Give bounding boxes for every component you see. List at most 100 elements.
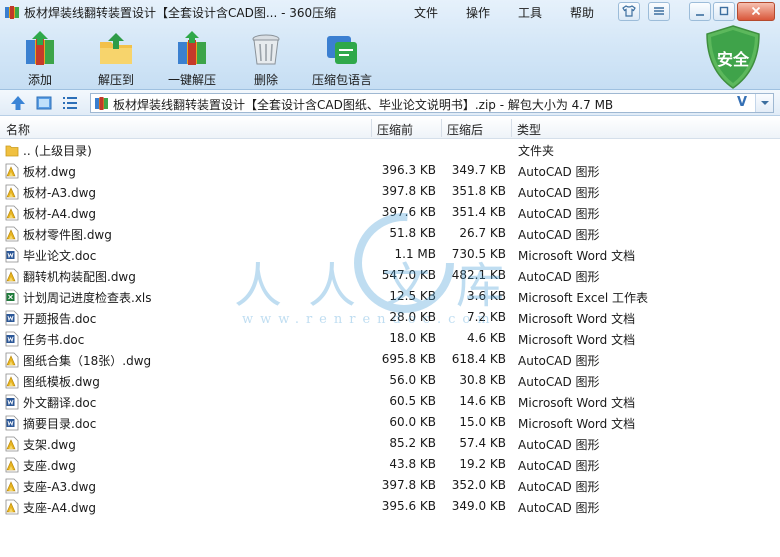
up-arrow-icon[interactable] xyxy=(10,95,26,111)
file-type: AutoCAD 图形 xyxy=(518,375,600,389)
large-icon-view-icon[interactable] xyxy=(36,95,52,111)
file-packed-size: 7.2 KB xyxy=(467,310,506,324)
file-packed-size: 26.7 KB xyxy=(459,226,506,240)
extract-folder-icon xyxy=(100,33,132,64)
file-row[interactable]: 外文翻译.doc 60.5 KB 14.6 KB Microsoft Word 文档 xyxy=(0,391,780,412)
parent-directory-row[interactable]: .. (上级目录) 文件夹 xyxy=(0,139,780,160)
menu-operation[interactable]: 操作 xyxy=(452,4,504,21)
add-button[interactable]: 添加 xyxy=(6,30,74,88)
file-type: AutoCAD 图形 xyxy=(518,501,600,515)
file-type: AutoCAD 图形 xyxy=(518,354,600,368)
file-packed-size: 351.4 KB xyxy=(451,205,506,219)
file-size: 396.3 KB xyxy=(381,163,436,177)
security-badge-text: 安全 xyxy=(716,50,749,69)
column-packed[interactable]: 压缩后 xyxy=(447,121,483,138)
file-row[interactable]: 支座.dwg 43.8 KB 19.2 KB AutoCAD 图形 xyxy=(0,454,780,475)
zip-archive-icon xyxy=(95,97,108,110)
detail-list-view-icon[interactable] xyxy=(62,95,78,111)
security-shield[interactable]: 安全 xyxy=(703,24,763,90)
one-click-extract-button[interactable]: 一键解压 xyxy=(158,30,226,88)
column-divider[interactable] xyxy=(441,119,442,137)
menu-file[interactable]: 文件 xyxy=(400,4,452,21)
file-name: 板材.dwg xyxy=(23,165,76,179)
file-row[interactable]: 板材-A3.dwg 397.8 KB 351.8 KB AutoCAD 图形 xyxy=(0,181,780,202)
file-row[interactable]: 翻转机构装配图.dwg 547.0 KB 482.1 KB AutoCAD 图形 xyxy=(0,265,780,286)
file-name: .. (上级目录) xyxy=(23,144,92,158)
file-name: 板材-A3.dwg xyxy=(23,186,97,200)
file-packed-size: 730.5 KB xyxy=(451,247,506,261)
file-size: 695.8 KB xyxy=(381,352,436,366)
file-name: 支座-A3.dwg xyxy=(23,480,97,494)
autocad-file-icon xyxy=(5,499,19,515)
file-type: Microsoft Word 文档 xyxy=(518,417,636,431)
file-type: AutoCAD 图形 xyxy=(518,438,600,452)
file-packed-size: 15.0 KB xyxy=(459,415,506,429)
file-row[interactable]: 支架.dwg 85.2 KB 57.4 KB AutoCAD 图形 xyxy=(0,433,780,454)
menu-tools[interactable]: 工具 xyxy=(504,4,556,21)
skin-button[interactable] xyxy=(618,2,640,21)
file-packed-size: 349.7 KB xyxy=(451,163,506,177)
minimize-button[interactable] xyxy=(689,2,711,21)
file-name: 计划周记进度检查表.xls xyxy=(23,291,152,305)
menu-list-button[interactable] xyxy=(648,2,670,21)
file-row[interactable]: 摘要目录.doc 60.0 KB 15.0 KB Microsoft Word 文档 xyxy=(0,412,780,433)
file-size: 397.8 KB xyxy=(381,478,436,492)
delete-button[interactable]: 删除 xyxy=(232,30,300,88)
file-row[interactable]: 支座-A3.dwg 397.8 KB 352.0 KB AutoCAD 图形 xyxy=(0,475,780,496)
window-title: 板材焊装线翻转装置设计【全套设计含CAD图... - 360压缩 xyxy=(24,6,337,20)
file-type: Microsoft Word 文档 xyxy=(518,312,636,326)
zip-language-button[interactable]: 压缩包语言 xyxy=(306,30,378,88)
column-divider[interactable] xyxy=(511,119,512,137)
menu-bar: 文件 操作 工具 帮助 xyxy=(400,4,608,21)
column-type[interactable]: 类型 xyxy=(517,121,541,138)
column-name[interactable]: 名称 xyxy=(6,121,30,138)
file-type: Microsoft Word 文档 xyxy=(518,396,636,410)
file-name: 外文翻译.doc xyxy=(23,396,97,410)
file-size: 43.8 KB xyxy=(389,457,436,471)
menu-help[interactable]: 帮助 xyxy=(556,4,608,21)
file-row[interactable]: 开题报告.doc 28.0 KB 7.2 KB Microsoft Word 文档 xyxy=(0,307,780,328)
autocad-file-icon xyxy=(5,478,19,494)
address-field[interactable]: 板材焊装线翻转装置设计【全套设计含CAD图纸、毕业论文说明书】.zip - 解包… xyxy=(90,93,774,113)
file-row[interactable]: 板材.dwg 396.3 KB 349.7 KB AutoCAD 图形 xyxy=(0,160,780,181)
file-row[interactable]: 毕业论文.doc 1.1 MB 730.5 KB Microsoft Word 文档 xyxy=(0,244,780,265)
extract-to-button[interactable]: 解压到 xyxy=(82,30,150,88)
file-type: AutoCAD 图形 xyxy=(518,480,600,494)
autocad-file-icon xyxy=(5,226,19,242)
address-v-mark: V xyxy=(737,95,748,110)
trash-can-icon xyxy=(252,34,280,65)
file-type: AutoCAD 图形 xyxy=(518,228,600,242)
column-size[interactable]: 压缩前 xyxy=(377,121,413,138)
file-type: AutoCAD 图形 xyxy=(518,207,600,221)
file-row[interactable]: 图纸模板.dwg 56.0 KB 30.8 KB AutoCAD 图形 xyxy=(0,370,780,391)
language-code-icon xyxy=(327,36,357,64)
address-bar: 板材焊装线翻转装置设计【全套设计含CAD图纸、毕业论文说明书】.zip - 解包… xyxy=(0,90,780,116)
file-name: 图纸模板.dwg xyxy=(23,375,100,389)
shirt-icon xyxy=(622,5,636,17)
close-button[interactable] xyxy=(737,2,775,21)
file-row[interactable]: 板材零件图.dwg 51.8 KB 26.7 KB AutoCAD 图形 xyxy=(0,223,780,244)
file-name: 翻转机构装配图.dwg xyxy=(23,270,136,284)
file-row[interactable]: 图纸合集（18张）.dwg 695.8 KB 618.4 KB AutoCAD 图形 xyxy=(0,349,780,370)
file-name: 图纸合集（18张）.dwg xyxy=(23,354,152,368)
column-divider[interactable] xyxy=(371,119,372,137)
file-size: 547.0 KB xyxy=(381,268,436,282)
file-row[interactable]: 板材-A4.dwg 397.6 KB 351.4 KB AutoCAD 图形 xyxy=(0,202,780,223)
file-row[interactable]: 任务书.doc 18.0 KB 4.6 KB Microsoft Word 文档 xyxy=(0,328,780,349)
word-document-icon xyxy=(5,415,19,431)
file-size: 397.6 KB xyxy=(381,205,436,219)
one-click-extract-icon xyxy=(178,31,206,65)
folder-icon xyxy=(5,145,19,157)
file-row[interactable]: 支座-A4.dwg 395.6 KB 349.0 KB AutoCAD 图形 xyxy=(0,496,780,517)
file-packed-size: 57.4 KB xyxy=(459,436,506,450)
one-click-extract-label: 一键解压 xyxy=(167,73,216,87)
file-size: 85.2 KB xyxy=(389,436,436,450)
file-type: AutoCAD 图形 xyxy=(518,165,600,179)
close-icon xyxy=(751,6,761,16)
file-row[interactable]: 计划周记进度检查表.xls 12.5 KB 3.6 KB Microsoft Exce… xyxy=(0,286,780,307)
file-packed-size: 351.8 KB xyxy=(451,184,506,198)
maximize-button[interactable] xyxy=(713,2,735,21)
file-size: 395.6 KB xyxy=(381,499,436,513)
file-type: Microsoft Word 文档 xyxy=(518,333,636,347)
address-dropdown-button[interactable] xyxy=(755,94,773,112)
